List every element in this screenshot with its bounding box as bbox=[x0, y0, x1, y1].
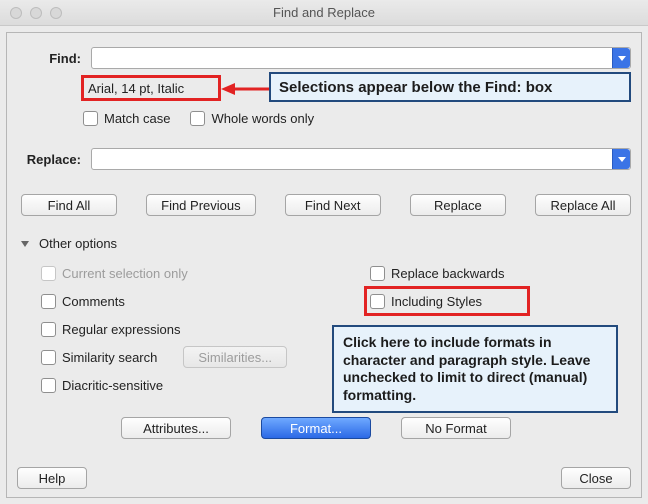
traffic-lights bbox=[10, 7, 62, 19]
action-button-bar: Find All Find Previous Find Next Replace… bbox=[21, 194, 631, 216]
minimize-window-icon[interactable] bbox=[30, 7, 42, 19]
find-previous-button[interactable]: Find Previous bbox=[146, 194, 255, 216]
styles-annotation-callout: Click here to include formats in charact… bbox=[332, 325, 618, 413]
find-format-summary: Arial, 14 pt, Italic bbox=[84, 81, 184, 96]
disclosure-triangle-icon bbox=[21, 241, 29, 247]
including-styles-label: Including Styles bbox=[391, 294, 482, 309]
other-options-label: Other options bbox=[39, 236, 117, 251]
find-label: Find: bbox=[7, 51, 91, 66]
whole-words-label: Whole words only bbox=[211, 111, 314, 126]
current-selection-checkbox bbox=[41, 266, 56, 281]
dialog-footer: Help Close bbox=[7, 467, 641, 489]
find-dropdown-button[interactable] bbox=[612, 48, 630, 68]
diacritic-checkbox[interactable] bbox=[41, 378, 56, 393]
current-selection-label: Current selection only bbox=[62, 266, 188, 281]
format-button-bar: Attributes... Format... No Format bbox=[121, 417, 631, 439]
replace-button[interactable]: Replace bbox=[410, 194, 506, 216]
comments-checkbox[interactable] bbox=[41, 294, 56, 309]
find-row: Find: bbox=[7, 47, 631, 69]
replace-backwards-checkbox[interactable] bbox=[370, 266, 385, 281]
similarity-checkbox[interactable] bbox=[41, 350, 56, 365]
replace-input[interactable] bbox=[91, 148, 631, 170]
help-button[interactable]: Help bbox=[17, 467, 87, 489]
replace-dropdown-button[interactable] bbox=[612, 149, 630, 169]
zoom-window-icon[interactable] bbox=[50, 7, 62, 19]
attributes-button[interactable]: Attributes... bbox=[121, 417, 231, 439]
find-annotation-callout: Selections appear below the Find: box bbox=[269, 72, 631, 102]
styles-annotation-text: Click here to include formats in charact… bbox=[343, 334, 590, 403]
replace-row: Replace: bbox=[7, 148, 631, 170]
replace-label: Replace: bbox=[7, 152, 91, 167]
similarities-button: Similarities... bbox=[183, 346, 287, 368]
find-options-row: Match case Whole words only bbox=[83, 111, 641, 126]
chevron-down-icon bbox=[618, 56, 626, 61]
regex-label: Regular expressions bbox=[62, 322, 181, 337]
no-format-button[interactable]: No Format bbox=[401, 417, 511, 439]
find-annotation-text: Selections appear below the Find: box bbox=[279, 79, 552, 96]
replace-all-button[interactable]: Replace All bbox=[535, 194, 631, 216]
close-button[interactable]: Close bbox=[561, 467, 631, 489]
format-button[interactable]: Format... bbox=[261, 417, 371, 439]
whole-words-checkbox[interactable] bbox=[190, 111, 205, 126]
dialog-frame: Find: Arial, 14 pt, Italic Selections ap… bbox=[6, 32, 642, 498]
match-case-checkbox[interactable] bbox=[83, 111, 98, 126]
chevron-down-icon bbox=[618, 157, 626, 162]
find-input[interactable] bbox=[91, 47, 631, 69]
comments-label: Comments bbox=[62, 294, 125, 309]
arrow-icon bbox=[221, 81, 271, 97]
match-case-label: Match case bbox=[104, 111, 170, 126]
other-options-header[interactable]: Other options bbox=[21, 236, 631, 251]
window-title: Find and Replace bbox=[0, 5, 648, 20]
titlebar: Find and Replace bbox=[0, 0, 648, 26]
replace-backwards-label: Replace backwards bbox=[391, 266, 504, 281]
format-summary-highlight: Arial, 14 pt, Italic bbox=[81, 75, 221, 101]
other-options-section: Other options Current selection only Com… bbox=[21, 236, 631, 439]
find-next-button[interactable]: Find Next bbox=[285, 194, 381, 216]
diacritic-label: Diacritic-sensitive bbox=[62, 378, 163, 393]
regex-checkbox[interactable] bbox=[41, 322, 56, 337]
close-window-icon[interactable] bbox=[10, 7, 22, 19]
including-styles-checkbox[interactable] bbox=[370, 294, 385, 309]
find-all-button[interactable]: Find All bbox=[21, 194, 117, 216]
similarity-label: Similarity search bbox=[62, 350, 157, 365]
